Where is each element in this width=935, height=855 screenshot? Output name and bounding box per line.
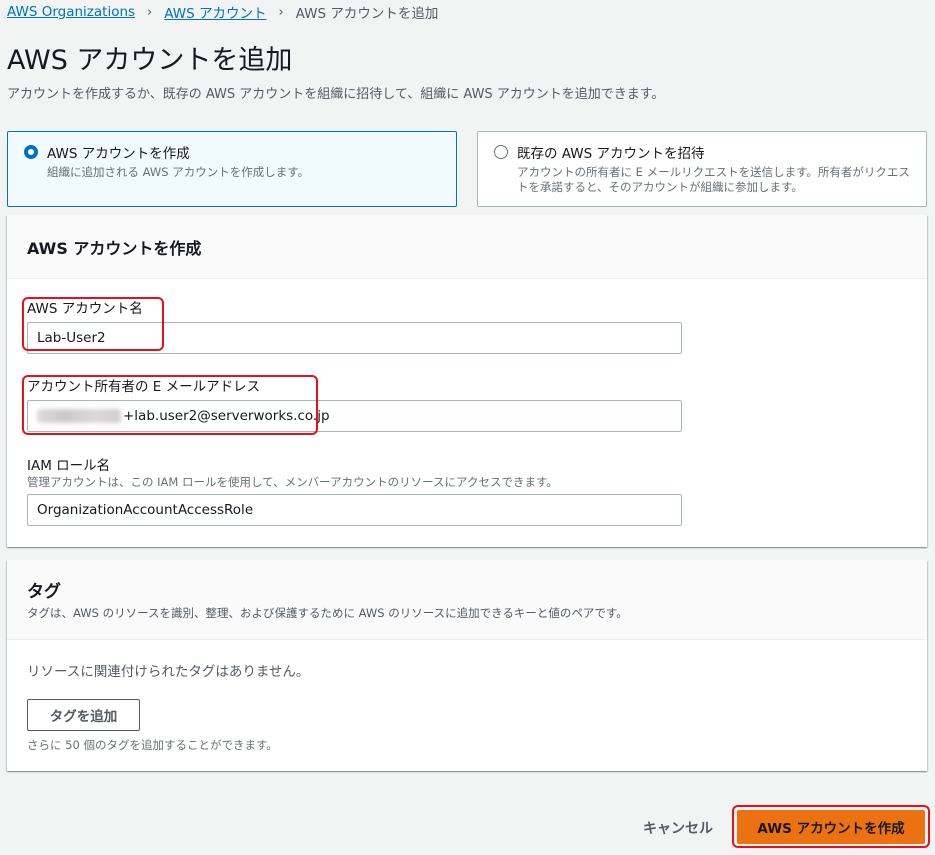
option-invite-account-desc: アカウントの所有者に E メールリクエストを送信します。所有者がリクエストを承諾…	[517, 165, 910, 194]
radio-button-selected[interactable]	[24, 145, 38, 159]
chevron-right-icon: ›	[278, 4, 284, 20]
breadcrumb-link-organizations[interactable]: AWS Organizations	[7, 4, 135, 20]
create-account-panel-header: AWS アカウントを作成	[7, 215, 927, 279]
no-tags-text: リソースに関連付けられたタグはありません。	[27, 664, 310, 680]
tag-limit-text: さらに 50 個のタグを追加することができます。	[27, 738, 278, 752]
page-description: アカウントを作成するか、既存の AWS アカウントを組織に招待して、組織に AW…	[7, 87, 665, 102]
tags-panel: タグ タグは、AWS のリソースを識別、整理、および保護するために AWS のリ…	[7, 560, 927, 771]
account-name-label: AWS アカウント名	[27, 301, 143, 317]
create-account-panel: AWS アカウントを作成 AWS アカウント名 Lab-User2 アカウント所…	[7, 215, 927, 547]
option-invite-account-tile[interactable]: 既存の AWS アカウントを招待 アカウントの所有者に E メールリクエストを送…	[477, 131, 927, 207]
tags-panel-header: タグ タグは、AWS のリソースを識別、整理、および保護するために AWS のリ…	[7, 560, 927, 640]
account-name-input[interactable]: Lab-User2	[27, 322, 682, 354]
email-value: +lab.user2@serverworks.co.jp	[123, 408, 330, 424]
page-title: AWS アカウントを追加	[7, 45, 293, 76]
breadcrumb-current: AWS アカウントを追加	[295, 6, 439, 22]
breadcrumb: AWS Organizations › AWS アカウント › AWS アカウン…	[7, 2, 438, 22]
tags-panel-description: タグは、AWS のリソースを識別、整理、および保護するために AWS のリソース…	[27, 606, 628, 620]
breadcrumb-link-aws-accounts[interactable]: AWS アカウント	[164, 2, 266, 22]
iam-role-value: OrganizationAccountAccessRole	[37, 502, 254, 518]
chevron-right-icon: ›	[147, 4, 153, 20]
option-create-account-desc: 組織に追加される AWS アカウントを作成します。	[47, 165, 310, 179]
create-aws-account-button[interactable]: AWS アカウントを作成	[737, 810, 925, 844]
iam-role-label: IAM ロール名	[27, 458, 111, 474]
add-tag-button[interactable]: タグを追加	[27, 699, 140, 731]
iam-role-input[interactable]: OrganizationAccountAccessRole	[27, 494, 682, 526]
iam-role-description: 管理アカウントは、この IAM ロールを使用して、メンバーアカウントのリソースに…	[27, 475, 558, 489]
create-account-panel-title: AWS アカウントを作成	[27, 239, 202, 258]
tags-panel-title: タグ	[27, 582, 61, 602]
email-label: アカウント所有者の E メールアドレス	[27, 379, 261, 395]
option-create-account-tile[interactable]: AWS アカウントを作成 組織に追加される AWS アカウントを作成します。	[7, 131, 457, 207]
redacted-email-prefix	[37, 409, 121, 423]
email-input[interactable]: +lab.user2@serverworks.co.jp	[27, 400, 682, 432]
option-create-account-title: AWS アカウントを作成	[47, 146, 190, 162]
option-invite-account-title: 既存の AWS アカウントを招待	[517, 146, 705, 162]
cancel-button[interactable]: キャンセル	[643, 818, 713, 840]
radio-button[interactable]	[494, 145, 508, 159]
account-name-value: Lab-User2	[37, 330, 106, 346]
